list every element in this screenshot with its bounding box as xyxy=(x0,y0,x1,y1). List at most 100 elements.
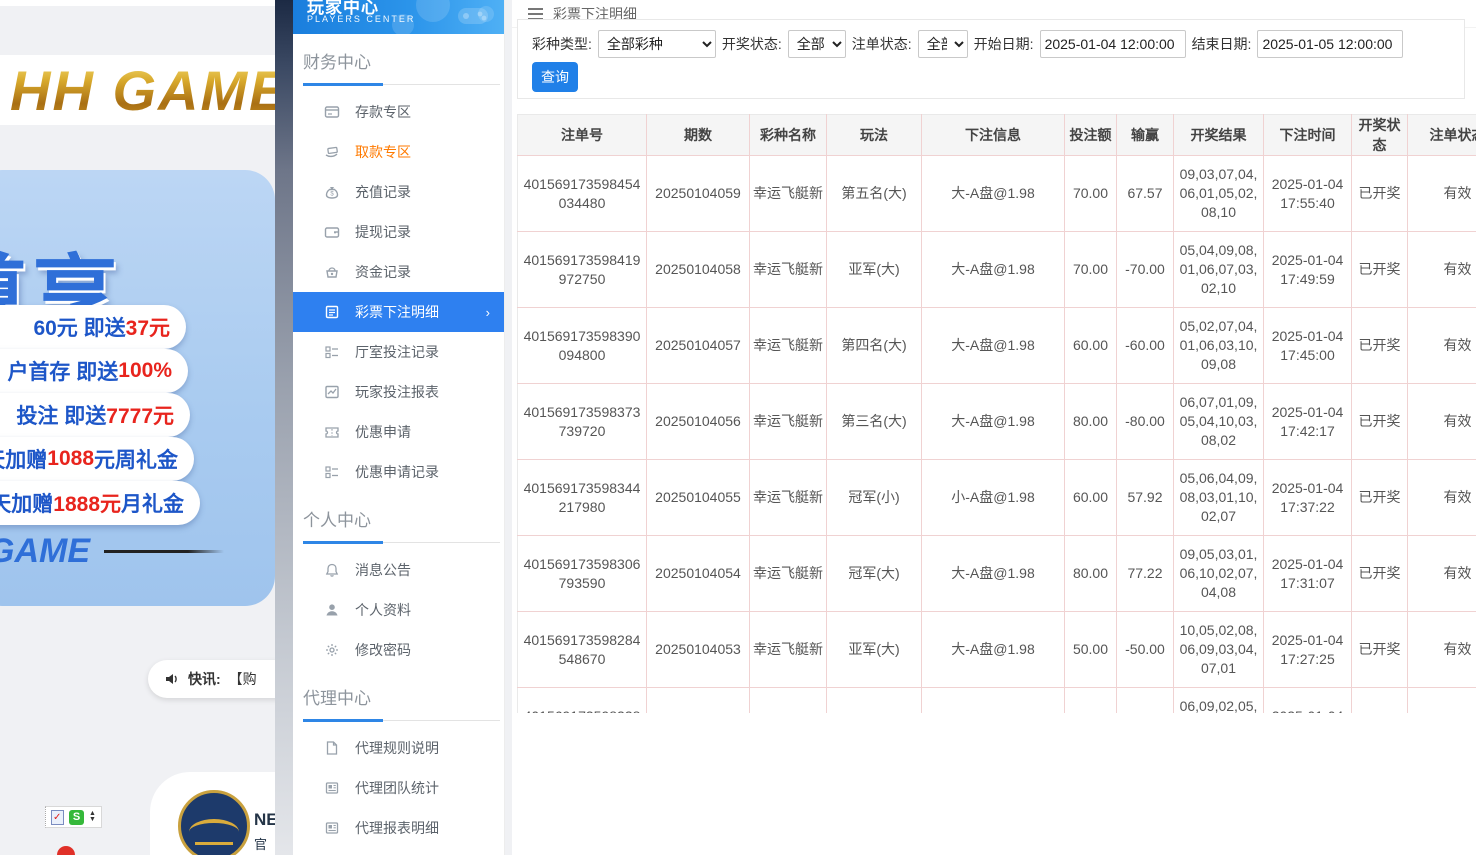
cell-期数: 20250104055 xyxy=(647,460,750,536)
col-header-输赢: 输赢 xyxy=(1117,115,1174,156)
cell-下注信息: 大-A盘@1.98 xyxy=(922,688,1065,714)
query-button[interactable]: 查询 xyxy=(532,62,578,92)
sogou-icon[interactable]: S xyxy=(69,810,84,825)
cell-玩法: 第五名(大) xyxy=(827,156,922,232)
cell-开奖状态: 已开奖 xyxy=(1352,384,1408,460)
cell-下注信息: 大-A盘@1.98 xyxy=(922,536,1065,612)
sidebar-item-取款专区[interactable]: 取款专区 xyxy=(293,132,504,172)
promo-pill[interactable]: 60元 即送37元 xyxy=(0,305,186,349)
cell-注单状态: 有效 xyxy=(1408,688,1476,714)
sidebar-item-label: 个人资料 xyxy=(355,600,411,620)
ime-toolbar[interactable]: S ▲▼ xyxy=(45,806,102,828)
notepad-icon[interactable] xyxy=(51,810,64,825)
cell-注单号: 401569173598373739720 xyxy=(518,384,647,460)
cell-开奖结果: 06,07,01,09,05,04,10,03,08,02 xyxy=(1174,384,1264,460)
hamburger-icon[interactable] xyxy=(528,8,543,20)
sidebar-item-提现记录[interactable]: 提现记录 xyxy=(293,212,504,252)
sidebar-item-修改密码[interactable]: 修改密码 xyxy=(293,630,504,670)
bets-table: 注单号期数彩种名称玩法下注信息投注额输赢开奖结果下注时间开奖状态注单状态 401… xyxy=(517,114,1476,713)
table-row[interactable]: 40156917359841997275020250104058幸运飞艇新亚军(… xyxy=(518,232,1476,308)
cell-彩种名称: 幸运飞艇新 xyxy=(750,156,827,232)
logo-dash xyxy=(104,550,224,553)
promo-pill-text: 1088 xyxy=(47,447,94,471)
cell-开奖结果: 05,02,07,04,01,06,03,10,09,08 xyxy=(1174,308,1264,384)
bet-status-select[interactable]: 全部 xyxy=(918,30,968,58)
table-row[interactable]: 40156917359839009480020250104057幸运飞艇新第四名… xyxy=(518,308,1476,384)
cell-投注额: 80.00 xyxy=(1065,384,1117,460)
cell-下注时间: 2025-01-04 17:45:00 xyxy=(1264,308,1352,384)
toolbar-arrows-icon[interactable]: ▲▼ xyxy=(89,811,96,823)
table-row[interactable]: 40156917359828454867020250104053幸运飞艇新亚军(… xyxy=(518,612,1476,688)
col-header-开奖状态: 开奖状态 xyxy=(1352,115,1408,156)
start-date-input[interactable] xyxy=(1040,30,1186,58)
news-icon xyxy=(323,779,341,797)
sidebar-item-优惠申请[interactable]: 优惠申请 xyxy=(293,412,504,452)
gamepad-icon xyxy=(456,2,490,26)
cell-下注时间: 2025-01-04 17:55:40 xyxy=(1264,156,1352,232)
sidebar-item-个人资料[interactable]: 个人资料 xyxy=(293,590,504,630)
cell-注单状态: 有效 xyxy=(1408,612,1476,688)
lottery-type-select[interactable]: 全部彩种 xyxy=(598,30,716,58)
top-strip xyxy=(0,0,275,6)
draw-status-select[interactable]: 全部 xyxy=(788,30,846,58)
cell-下注时间: 2025-01-04 17:37:22 xyxy=(1264,460,1352,536)
sidebar-item-厅室投注记录[interactable]: 厅室投注记录 xyxy=(293,332,504,372)
cell-投注额: 50.00 xyxy=(1065,612,1117,688)
col-header-下注时间: 下注时间 xyxy=(1264,115,1352,156)
lottery-type-select-label: 彩种类型: xyxy=(532,34,592,54)
table-row[interactable]: 40156917359837373972020250104056幸运飞艇新第三名… xyxy=(518,384,1476,460)
sidebar-item-label: 取款专区 xyxy=(355,142,411,162)
cell-开奖状态: 已开奖 xyxy=(1352,688,1408,714)
red-badge xyxy=(57,846,75,855)
sidebar-header: 玩家中心 PLAYERS CENTER xyxy=(293,0,504,34)
cell-期数: 20250104054 xyxy=(647,536,750,612)
promo-pill[interactable]: 天加赠1088元周礼金 xyxy=(0,437,194,481)
start-date-input-label: 开始日期: xyxy=(974,34,1034,54)
cell-彩种名称: 幸运飞艇新 xyxy=(750,688,827,714)
col-header-注单状态: 注单状态 xyxy=(1408,115,1476,156)
sidebar-item-优惠申请记录[interactable]: 优惠申请记录 xyxy=(293,452,504,492)
ticker-label: 快讯: xyxy=(188,669,221,689)
ticker-text: 【购 xyxy=(229,669,257,689)
sidebar-item-代理规则说明[interactable]: 代理规则说明 xyxy=(293,728,504,768)
list-icon xyxy=(323,463,341,481)
promo-pill[interactable]: 天加赠1888元月礼金 xyxy=(0,481,200,525)
sidebar-item-label: 消息公告 xyxy=(355,560,411,580)
sidebar-item-玩家投注报表[interactable]: 玩家投注报表 xyxy=(293,372,504,412)
promo-pill[interactable]: 投注 即送7777元 xyxy=(0,393,190,437)
cell-玩法: 冠军(小) xyxy=(827,460,922,536)
news-ticker[interactable]: 快讯: 【购 xyxy=(148,660,275,698)
promo-pill-text: 7777元 xyxy=(106,400,174,430)
col-header-玩法: 玩法 xyxy=(827,115,922,156)
sidebar-item-代理推广管理[interactable]: 代理推广管理 xyxy=(293,848,504,855)
sidebar-item-彩票下注明细[interactable]: 彩票下注明细› xyxy=(293,292,504,332)
doc-icon xyxy=(323,303,341,321)
filter-panel: 彩种类型:全部彩种开奖状态:全部注单状态:全部开始日期:结束日期: 查询 xyxy=(517,19,1465,99)
cell-注单号: 401569173598306793590 xyxy=(518,536,647,612)
sidebar-item-消息公告[interactable]: 消息公告 xyxy=(293,550,504,590)
promo-pill[interactable]: 户首存 即送100% xyxy=(0,349,188,393)
table-row[interactable]: 40156917359845403448020250104059幸运飞艇新第五名… xyxy=(518,156,1476,232)
table-row[interactable]: 40156917359834421798020250104055幸运飞艇新冠军(… xyxy=(518,460,1476,536)
end-date-input[interactable] xyxy=(1257,30,1403,58)
col-header-下注信息: 下注信息 xyxy=(922,115,1065,156)
sidebar-item-存款专区[interactable]: 存款专区 xyxy=(293,92,504,132)
sidebar-item-代理报表明细[interactable]: 代理报表明细 xyxy=(293,808,504,848)
cell-彩种名称: 幸运飞艇新 xyxy=(750,232,827,308)
promo-banner[interactable]: 尊享 60元 即送37元户首存 即送100%投注 即送7777元天加赠1088元… xyxy=(0,170,275,606)
cell-期数: 20250104059 xyxy=(647,156,750,232)
wallet-icon xyxy=(323,223,341,241)
sidebar-item-充值记录[interactable]: $充值记录 xyxy=(293,172,504,212)
cell-玩法: 冠军(大) xyxy=(827,688,922,714)
sidebar-item-资金记录[interactable]: 资金记录 xyxy=(293,252,504,292)
table-row[interactable]: 40156917359830679359020250104054幸运飞艇新冠军(… xyxy=(518,536,1476,612)
background-page: HH GAME 尊享 60元 即送37元户首存 即送100%投注 即送7777元… xyxy=(0,0,275,855)
promo-pill-text: 元周礼金 xyxy=(94,444,178,474)
table-row[interactable]: 40156917359823850614020250104052幸运飞艇新冠军(… xyxy=(518,688,1476,714)
sidebar-item-代理团队统计[interactable]: 代理团队统计 xyxy=(293,768,504,808)
bottom-card[interactable]: NE 官方 xyxy=(150,772,275,855)
panel-shadow xyxy=(275,0,293,855)
cell-注单状态: 有效 xyxy=(1408,156,1476,232)
sidebar-item-label: 提现记录 xyxy=(355,222,411,242)
sidebar-item-label: 代理规则说明 xyxy=(355,738,439,758)
